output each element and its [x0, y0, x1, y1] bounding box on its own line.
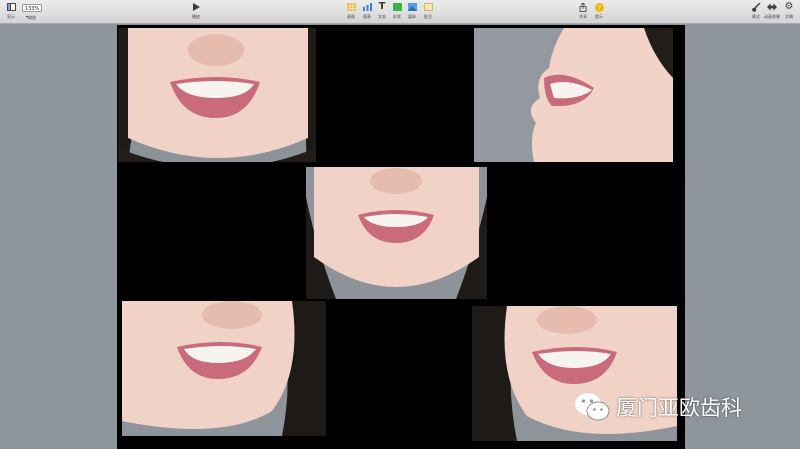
- photo-front-smile-center[interactable]: [306, 167, 487, 299]
- face-image: [118, 28, 316, 162]
- tips-button[interactable]: ? 提示: [588, 2, 610, 20]
- comment-icon: [423, 2, 433, 12]
- toolbar: 显示 133% ▾ 缩放 播放 表格 图表 T 文本 形状 媒体 批注 共享 ?…: [0, 0, 800, 24]
- face-image: [122, 301, 326, 436]
- media-icon: [407, 2, 417, 12]
- play-label: 播放: [192, 14, 200, 19]
- shape-label: 形状: [393, 14, 401, 19]
- gear-icon: ⚙: [784, 1, 794, 12]
- svg-text:?: ?: [597, 4, 601, 12]
- table-label: 表格: [347, 14, 355, 19]
- watermark: 厦门亚欧齿科: [574, 392, 742, 422]
- format-label: 格式: [752, 14, 760, 19]
- zoom-value: 133%: [25, 6, 40, 12]
- chart-label: 图表: [363, 14, 371, 19]
- play-button[interactable]: 播放: [185, 2, 207, 20]
- table-icon: [346, 2, 356, 12]
- view-button[interactable]: 显示: [0, 2, 22, 20]
- view-label: 显示: [7, 14, 15, 19]
- share-label: 共享: [579, 14, 587, 19]
- photo-oblique-smile-bottom-left[interactable]: [122, 301, 326, 436]
- photo-front-smile-top-left[interactable]: [118, 28, 316, 162]
- slide-canvas[interactable]: [117, 25, 685, 449]
- comment-label: 批注: [424, 14, 432, 19]
- sidebar-icon: [6, 2, 16, 12]
- text-label: 文本: [378, 14, 386, 19]
- watermark-text: 厦门亚欧齿科: [616, 396, 742, 420]
- brush-icon: [751, 2, 761, 12]
- play-icon: [191, 2, 201, 12]
- comment-button[interactable]: 批注: [417, 2, 439, 20]
- media-label: 媒体: [408, 14, 416, 19]
- zoom-select[interactable]: 133% ▾: [22, 4, 42, 19]
- face-image: [306, 167, 487, 299]
- animate-icon: [767, 2, 777, 12]
- document-label: 文稿: [785, 14, 793, 19]
- document-button[interactable]: ⚙ 文稿: [778, 2, 800, 20]
- help-icon: ?: [594, 2, 604, 12]
- photo-side-profile-top-right[interactable]: [474, 28, 673, 162]
- face-image: [474, 28, 673, 162]
- tips-label: 提示: [595, 14, 603, 19]
- wechat-icon: [575, 393, 610, 421]
- zoom-label: 缩放: [28, 15, 36, 20]
- share-icon: [578, 2, 588, 12]
